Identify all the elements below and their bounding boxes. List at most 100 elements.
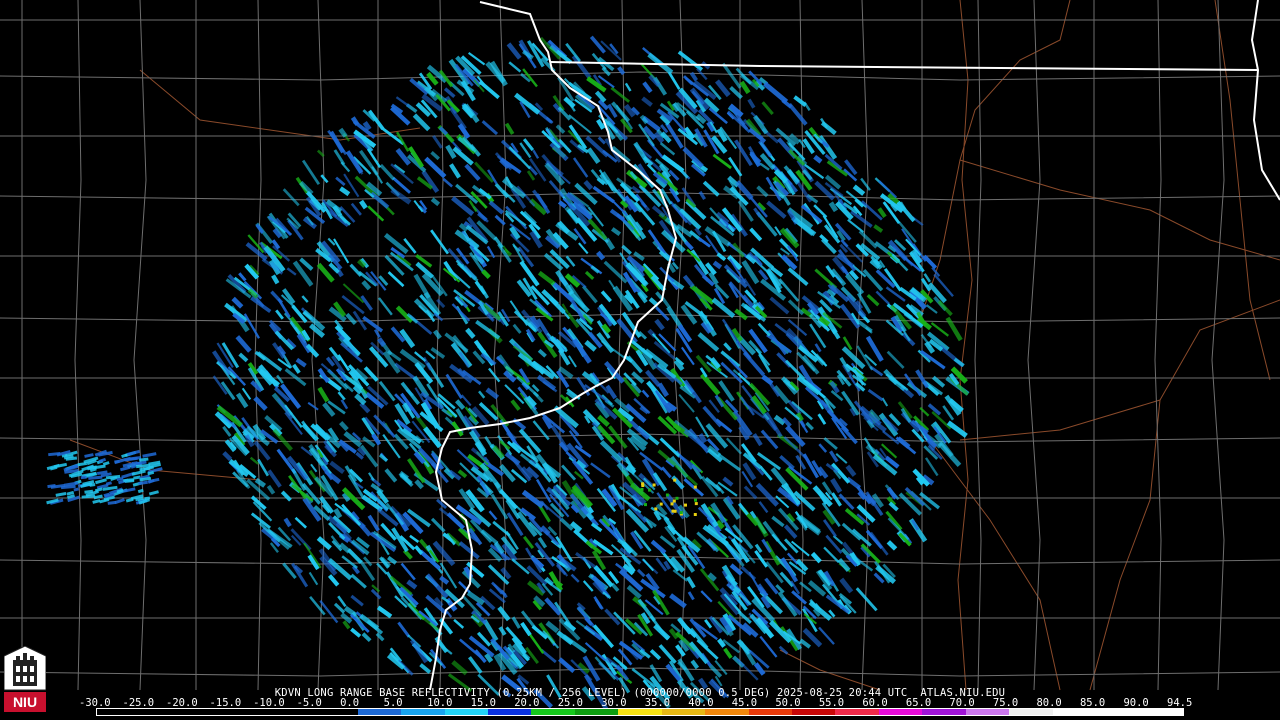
echo-streak (430, 151, 440, 161)
colorbar-swatch (531, 709, 575, 715)
echo-streak (641, 96, 653, 107)
echo-streak (722, 476, 734, 487)
colorbar-swatch (1009, 709, 1053, 715)
echo-streak (805, 421, 814, 431)
echo-streak (95, 478, 107, 485)
echo-cell (652, 483, 656, 487)
colorbar-swatch (922, 709, 966, 715)
echo-streak (820, 237, 837, 255)
echo-streak (841, 522, 862, 541)
echo-streak (350, 202, 362, 216)
echo-streak (717, 453, 742, 472)
echo-cell (694, 498, 697, 502)
echo-streak (610, 86, 631, 103)
echo-streak (292, 363, 301, 374)
echo-cell (675, 496, 679, 500)
echo-streak (649, 649, 662, 660)
echo-streak (498, 488, 519, 510)
echo-streak (558, 657, 576, 674)
radar-map[interactable] (0, 0, 1280, 720)
echo-streak (814, 343, 822, 353)
colorbar-swatch (661, 709, 706, 715)
echo-streak (650, 539, 667, 555)
highway-line (959, 159, 1280, 261)
echo-streak (282, 188, 300, 207)
echo-streak (759, 635, 778, 658)
echo-streak (590, 462, 611, 479)
echo-cell (684, 503, 687, 507)
echo-streak (698, 190, 706, 201)
echo-streak (425, 573, 449, 599)
echo-streak (658, 644, 677, 664)
highway-line (779, 649, 881, 691)
echo-streak (769, 296, 790, 315)
state-line (549, 61, 1259, 71)
echo-streak (505, 626, 523, 646)
echo-streak (266, 484, 276, 495)
echo-streak (359, 199, 368, 210)
echo-streak (761, 538, 772, 553)
echo-streak (818, 443, 828, 453)
echo-streak (249, 456, 259, 465)
echo-streak (349, 263, 363, 277)
echo-streak (758, 139, 773, 158)
echo-cell (671, 509, 675, 513)
colorbar-swatch (748, 709, 792, 715)
echo-cell (641, 482, 645, 486)
echo-streak (925, 304, 938, 314)
echo-streak (481, 120, 499, 136)
echo-streak (721, 62, 742, 89)
echo-streak (661, 466, 672, 479)
echo-streak (855, 587, 878, 612)
echo-streak (766, 200, 787, 219)
echo-streak (568, 355, 577, 368)
echo-streak (920, 349, 946, 370)
echo-streak (409, 638, 429, 664)
echo-streak (371, 166, 384, 184)
echo-streak (511, 558, 530, 575)
echo-streak (590, 265, 600, 274)
echo-cell (693, 513, 697, 516)
colorbar-swatch (97, 709, 141, 715)
echo-streak (419, 663, 432, 674)
county-line (1211, 0, 1225, 691)
echo-cell (644, 503, 647, 507)
echo-streak (283, 517, 292, 528)
echo-streak (583, 180, 594, 191)
echo-streak (92, 499, 101, 504)
echo-streak (455, 399, 466, 410)
echo-streak (537, 270, 556, 286)
echo-streak (919, 407, 930, 417)
echo-streak (757, 322, 771, 337)
echo-streak (787, 267, 809, 286)
echo-streak (238, 352, 249, 363)
echo-streak (243, 280, 263, 300)
echo-streak (335, 176, 346, 186)
echo-streak (267, 469, 282, 488)
echo-streak (102, 461, 110, 466)
echo-streak (222, 451, 233, 462)
echo-streak (432, 540, 456, 567)
echo-streak (55, 491, 67, 497)
echo-streak (852, 184, 866, 196)
echo-streak (600, 290, 612, 303)
colorbar-swatch (227, 709, 271, 715)
echo-streak (761, 101, 774, 116)
state-line (1250, 0, 1280, 201)
echo-streak (138, 480, 148, 485)
echo-cell (665, 493, 669, 497)
echo-streak (478, 390, 486, 399)
echo-streak (866, 294, 880, 307)
echo-streak (280, 490, 292, 502)
echo-streak (617, 66, 626, 76)
echo-streak (301, 295, 309, 303)
echo-streak (142, 452, 157, 458)
echo-streak (700, 590, 713, 603)
echo-streak (641, 389, 650, 398)
colorbar-swatch (618, 709, 662, 715)
colorbar-swatch (1052, 709, 1097, 715)
echo-streak (520, 621, 532, 637)
echo-streak (390, 163, 414, 185)
echo-streak (945, 316, 963, 342)
highway-line (959, 399, 1161, 441)
